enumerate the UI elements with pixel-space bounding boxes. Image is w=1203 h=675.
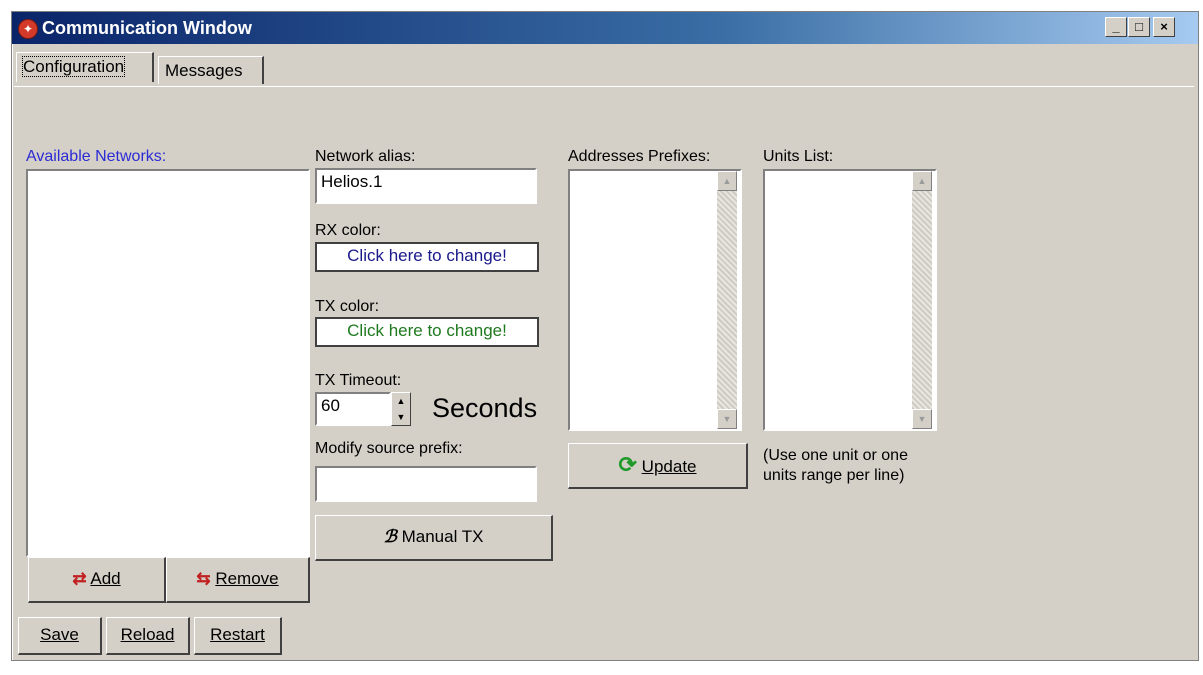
close-button[interactable]: × [1153, 17, 1175, 37]
update-button-label: Update [641, 457, 697, 476]
tx-timeout-label: TX Timeout: [315, 372, 402, 389]
communication-window: ✦ Communication Window _ □ × Configurati… [11, 11, 1199, 661]
tx-timeout-spinner[interactable]: ▲ ▼ [391, 392, 411, 426]
app-icon: ✦ [18, 19, 38, 39]
available-networks-label: Available Networks: [26, 148, 167, 165]
addresses-scrollbar[interactable]: ▲ ▼ [717, 171, 737, 429]
minimize-button[interactable]: _ [1105, 17, 1127, 37]
source-prefix-input[interactable] [315, 466, 537, 502]
maximize-button[interactable]: □ [1128, 17, 1150, 37]
window-title: Communication Window [42, 18, 252, 38]
update-button[interactable]: ⟳ Update [568, 443, 748, 489]
pen-icon: ℬ [383, 527, 397, 546]
tx-timeout-input[interactable]: 60 [315, 392, 391, 426]
title-bar[interactable]: ✦ Communication Window _ □ × [12, 12, 1198, 44]
units-hint: (Use one unit or one units range per lin… [763, 446, 908, 486]
tab-panel-border [14, 86, 1194, 87]
modify-source-prefix-label: Modify source prefix: [315, 440, 463, 457]
remove-button-label: Remove [215, 569, 279, 588]
add-button[interactable]: ⇄ Add [28, 557, 166, 603]
tab-configuration[interactable]: Configuration [16, 52, 154, 82]
network-alias-input[interactable]: Helios.1 [315, 168, 537, 204]
scroll-down-icon[interactable]: ▼ [912, 409, 932, 429]
tab-configuration-label: Configuration [21, 56, 126, 77]
reload-button-label: Reload [120, 625, 175, 644]
scroll-up-icon[interactable]: ▲ [717, 171, 737, 191]
save-button[interactable]: Save [18, 617, 102, 655]
seconds-label: Seconds [432, 393, 538, 423]
restart-button[interactable]: Restart [194, 617, 282, 655]
units-list-label: Units List: [763, 148, 834, 165]
tx-color-label: TX color: [315, 298, 380, 315]
save-button-label: Save [40, 625, 79, 644]
spin-down-icon[interactable]: ▼ [392, 409, 410, 425]
units-list-textarea[interactable] [763, 169, 937, 431]
reload-button[interactable]: Reload [106, 617, 190, 655]
tab-messages[interactable]: Messages [158, 56, 264, 84]
restart-button-label: Restart [210, 625, 265, 644]
add-icon: ⇄ [72, 569, 87, 588]
refresh-icon: ⟳ [618, 452, 637, 477]
scroll-up-icon[interactable]: ▲ [912, 171, 932, 191]
network-alias-label: Network alias: [315, 148, 416, 165]
rx-color-label: RX color: [315, 222, 381, 239]
addresses-prefixes-textarea[interactable] [568, 169, 742, 431]
manual-tx-button[interactable]: ℬ Manual TX [315, 515, 553, 561]
tab-messages-label: Messages [165, 61, 243, 80]
spin-up-icon[interactable]: ▲ [392, 393, 410, 409]
rx-color-picker[interactable]: Click here to change! [315, 242, 539, 272]
scroll-down-icon[interactable]: ▼ [717, 409, 737, 429]
add-button-label: Add [90, 569, 121, 588]
manual-tx-label: Manual TX [401, 527, 484, 546]
units-hint-line-1: (Use one unit or one [763, 447, 908, 464]
units-hint-line-2: units range per line) [763, 467, 905, 484]
remove-icon: ⇆ [196, 569, 211, 588]
units-scrollbar[interactable]: ▲ ▼ [912, 171, 932, 429]
tx-color-picker[interactable]: Click here to change! [315, 317, 539, 347]
remove-button[interactable]: ⇆ Remove [166, 557, 310, 603]
available-networks-list[interactable] [26, 169, 310, 557]
addresses-prefixes-label: Addresses Prefixes: [568, 148, 711, 165]
